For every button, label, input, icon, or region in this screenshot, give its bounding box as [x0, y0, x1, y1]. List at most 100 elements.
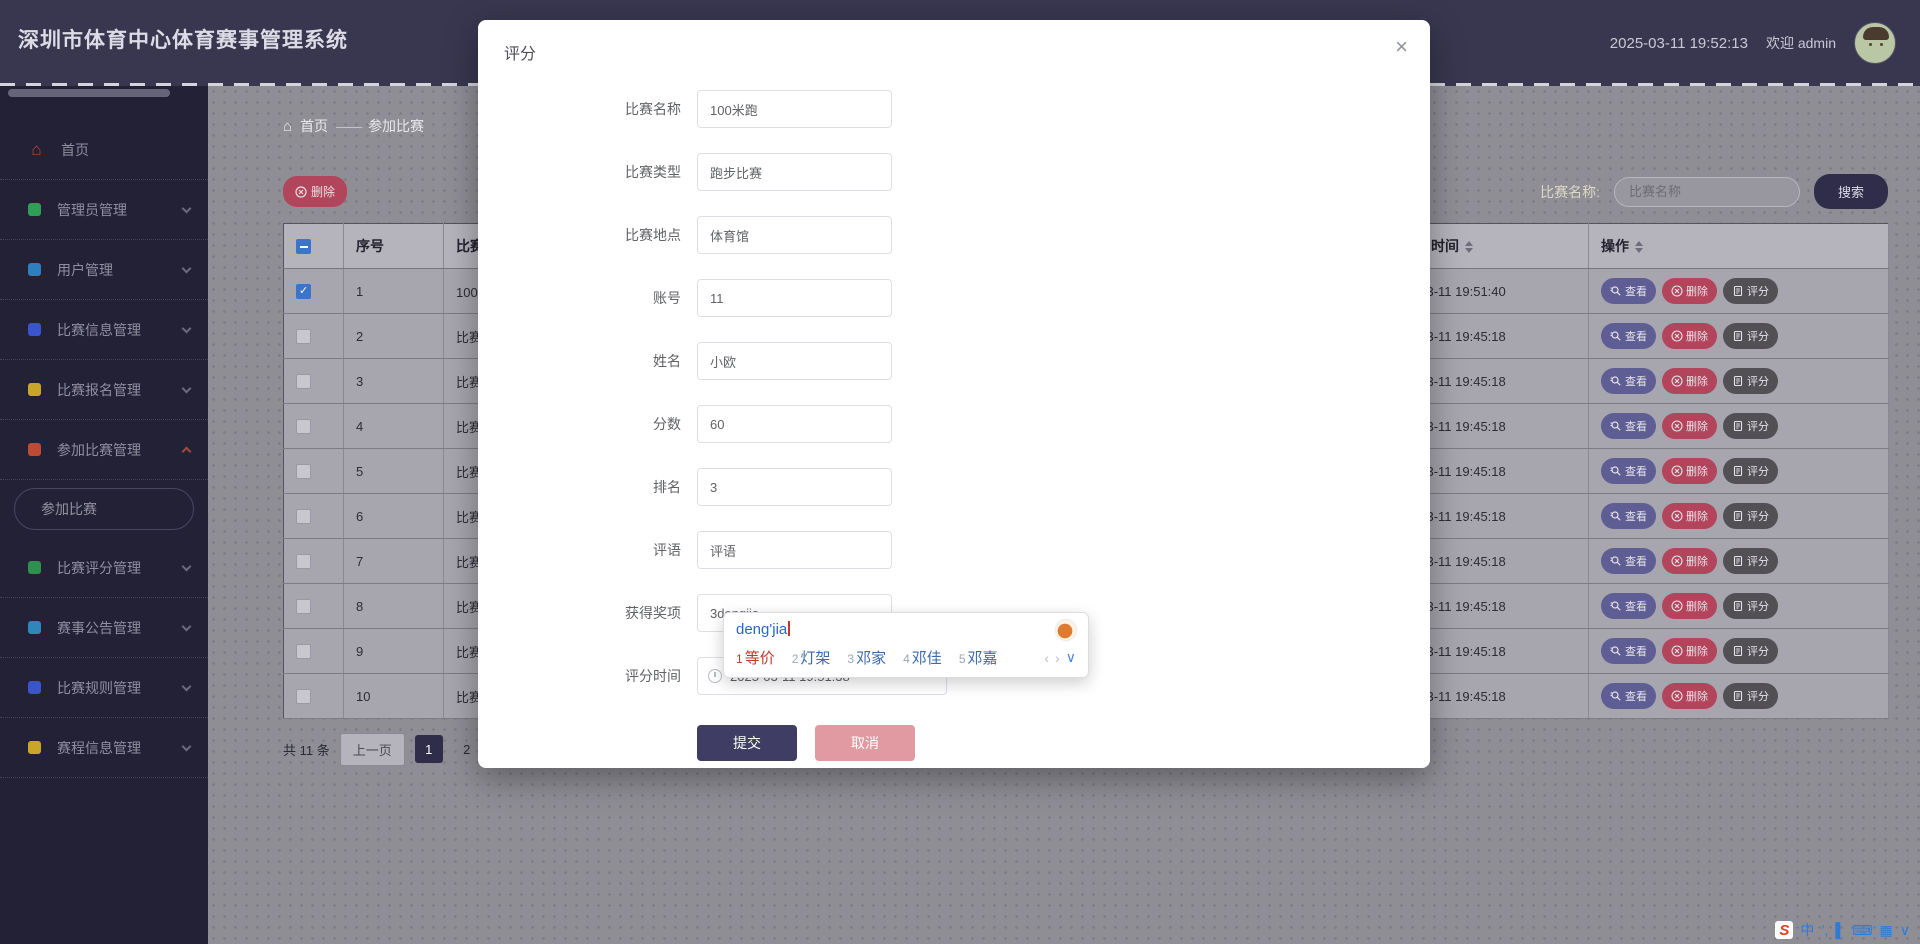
row-checkbox[interactable] — [296, 464, 311, 479]
sidebar-item-label: 用户管理 — [57, 260, 183, 280]
view-button[interactable]: 查看 — [1601, 683, 1656, 709]
search-input[interactable] — [1614, 177, 1800, 207]
select-all-checkbox[interactable] — [296, 239, 311, 254]
view-button[interactable]: 查看 — [1601, 548, 1656, 574]
score-label: 评分 — [1747, 598, 1769, 614]
sidebar-item-match-score-manage[interactable]: 比赛评分管理 — [0, 538, 208, 598]
page-number-1[interactable]: 1 — [415, 735, 443, 763]
field-input[interactable] — [697, 153, 892, 191]
header-action[interactable]: 操作 — [1589, 224, 1889, 269]
sidebar-subitem-participate[interactable]: 参加比赛 — [14, 488, 194, 530]
sidebar-item-user-manage[interactable]: 用户管理 — [0, 240, 208, 300]
sidebar-item-match-signup-manage[interactable]: 比赛报名管理 — [0, 360, 208, 420]
sidebar-item-participate-manage[interactable]: 参加比赛管理 — [0, 420, 208, 480]
score-label: 评分 — [1747, 328, 1769, 344]
row-checkbox[interactable] — [296, 374, 311, 389]
ime-next-page-icon[interactable]: › — [1055, 650, 1060, 666]
view-icon — [1610, 375, 1622, 387]
sidebar-item-admin-manage[interactable]: 管理员管理 — [0, 180, 208, 240]
sidebar-item-match-rules-manage[interactable]: 比赛规则管理 — [0, 658, 208, 718]
row-checkbox[interactable] — [296, 419, 311, 434]
page-number-2[interactable]: 2 — [453, 735, 481, 763]
search-button[interactable]: 搜索 — [1814, 174, 1888, 209]
view-button[interactable]: 查看 — [1601, 638, 1656, 664]
row-checkbox[interactable] — [296, 689, 311, 704]
chinese-mode-icon[interactable]: 中 — [1800, 920, 1814, 940]
score-button[interactable]: 评分 — [1723, 368, 1778, 394]
home-icon: ⌂ — [283, 118, 292, 135]
field-input[interactable] — [697, 216, 892, 254]
row-checkbox[interactable] — [296, 644, 311, 659]
row-checkbox[interactable] — [296, 599, 311, 614]
row-checkbox[interactable] — [296, 509, 311, 524]
field-input[interactable] — [697, 531, 892, 569]
row-checkbox[interactable] — [296, 554, 311, 569]
view-button[interactable]: 查看 — [1601, 323, 1656, 349]
view-icon — [1610, 420, 1622, 432]
sidebar-item-match-info-manage[interactable]: 比赛信息管理 — [0, 300, 208, 360]
ime-candidate-4[interactable]: 4邓佳 — [903, 647, 942, 668]
delete-button[interactable]: 删除 — [1662, 278, 1717, 304]
ime-candidate-1[interactable]: 1等价 — [736, 647, 775, 668]
score-button[interactable]: 评分 — [1723, 413, 1778, 439]
sogou-ime-icon[interactable] — [1056, 620, 1076, 640]
field-input[interactable] — [697, 405, 892, 443]
prev-page-button[interactable]: 上一页 — [340, 733, 405, 766]
toolbox-icon[interactable]: ▦ — [1880, 922, 1893, 939]
field-input[interactable] — [697, 279, 892, 317]
sidebar-item-home[interactable]: ⌂首页 — [0, 120, 208, 180]
row-checkbox[interactable] — [296, 329, 311, 344]
ime-candidate-5[interactable]: 5邓嘉 — [959, 647, 998, 668]
cancel-button[interactable]: 取消 — [815, 725, 915, 761]
score-button[interactable]: 评分 — [1723, 503, 1778, 529]
ime-expand-icon[interactable]: ∨ — [1066, 649, 1076, 666]
sort-icon[interactable] — [1465, 241, 1473, 253]
breadcrumb-home[interactable]: 首页 — [300, 116, 328, 136]
sort-icon[interactable] — [1635, 241, 1643, 253]
view-button[interactable]: 查看 — [1601, 593, 1656, 619]
close-icon[interactable]: × — [1395, 36, 1408, 58]
view-button[interactable]: 查看 — [1601, 458, 1656, 484]
score-button[interactable]: 评分 — [1723, 548, 1778, 574]
ime-prev-page-icon[interactable]: ‹ — [1044, 650, 1049, 666]
ime-candidate-2[interactable]: 2灯架 — [792, 647, 831, 668]
ime-text-cursor — [788, 621, 790, 636]
delete-button[interactable]: 删除 — [1662, 458, 1717, 484]
soft-keyboard-icon[interactable]: ⌨ — [1852, 922, 1872, 939]
collapse-icon[interactable]: ∨ — [1900, 922, 1910, 939]
field-input[interactable] — [697, 90, 892, 128]
sidebar-item-announcement-manage[interactable]: 赛事公告管理 — [0, 598, 208, 658]
delete-button[interactable]: 删除 — [1662, 323, 1717, 349]
view-button[interactable]: 查看 — [1601, 503, 1656, 529]
field-input[interactable] — [697, 468, 892, 506]
score-button[interactable]: 评分 — [1723, 323, 1778, 349]
delete-button[interactable]: 删除 — [1662, 638, 1717, 664]
submit-button[interactable]: 提交 — [697, 725, 797, 761]
delete-button[interactable]: 删除 — [1662, 683, 1717, 709]
delete-button[interactable]: 删除 — [1662, 593, 1717, 619]
sogou-logo-icon[interactable]: S — [1775, 921, 1793, 939]
user-avatar[interactable] — [1854, 22, 1896, 64]
sidebar-scrollbar[interactable] — [8, 89, 170, 97]
field-input[interactable] — [697, 342, 892, 380]
batch-delete-button[interactable]: 删除 — [283, 176, 347, 207]
score-button[interactable]: 评分 — [1723, 593, 1778, 619]
delete-button[interactable]: 删除 — [1662, 548, 1717, 574]
voice-input-icon[interactable]: ▌ — [1835, 922, 1845, 938]
view-button[interactable]: 查看 — [1601, 368, 1656, 394]
ime-candidate-3[interactable]: 3邓家 — [847, 647, 886, 668]
score-button[interactable]: 评分 — [1723, 458, 1778, 484]
sidebar-item-schedule-info-manage[interactable]: 赛程信息管理 — [0, 718, 208, 778]
score-button[interactable]: 评分 — [1723, 278, 1778, 304]
punctuation-icon[interactable]: ’, — [1821, 922, 1828, 938]
row-checkbox[interactable] — [296, 284, 311, 299]
row-checkbox-cell — [284, 494, 344, 539]
score-button[interactable]: 评分 — [1723, 638, 1778, 664]
row-actions-cell: 查看删除评分 — [1589, 539, 1889, 584]
score-button[interactable]: 评分 — [1723, 683, 1778, 709]
view-button[interactable]: 查看 — [1601, 278, 1656, 304]
delete-button[interactable]: 删除 — [1662, 413, 1717, 439]
delete-button[interactable]: 删除 — [1662, 368, 1717, 394]
view-button[interactable]: 查看 — [1601, 413, 1656, 439]
delete-button[interactable]: 删除 — [1662, 503, 1717, 529]
